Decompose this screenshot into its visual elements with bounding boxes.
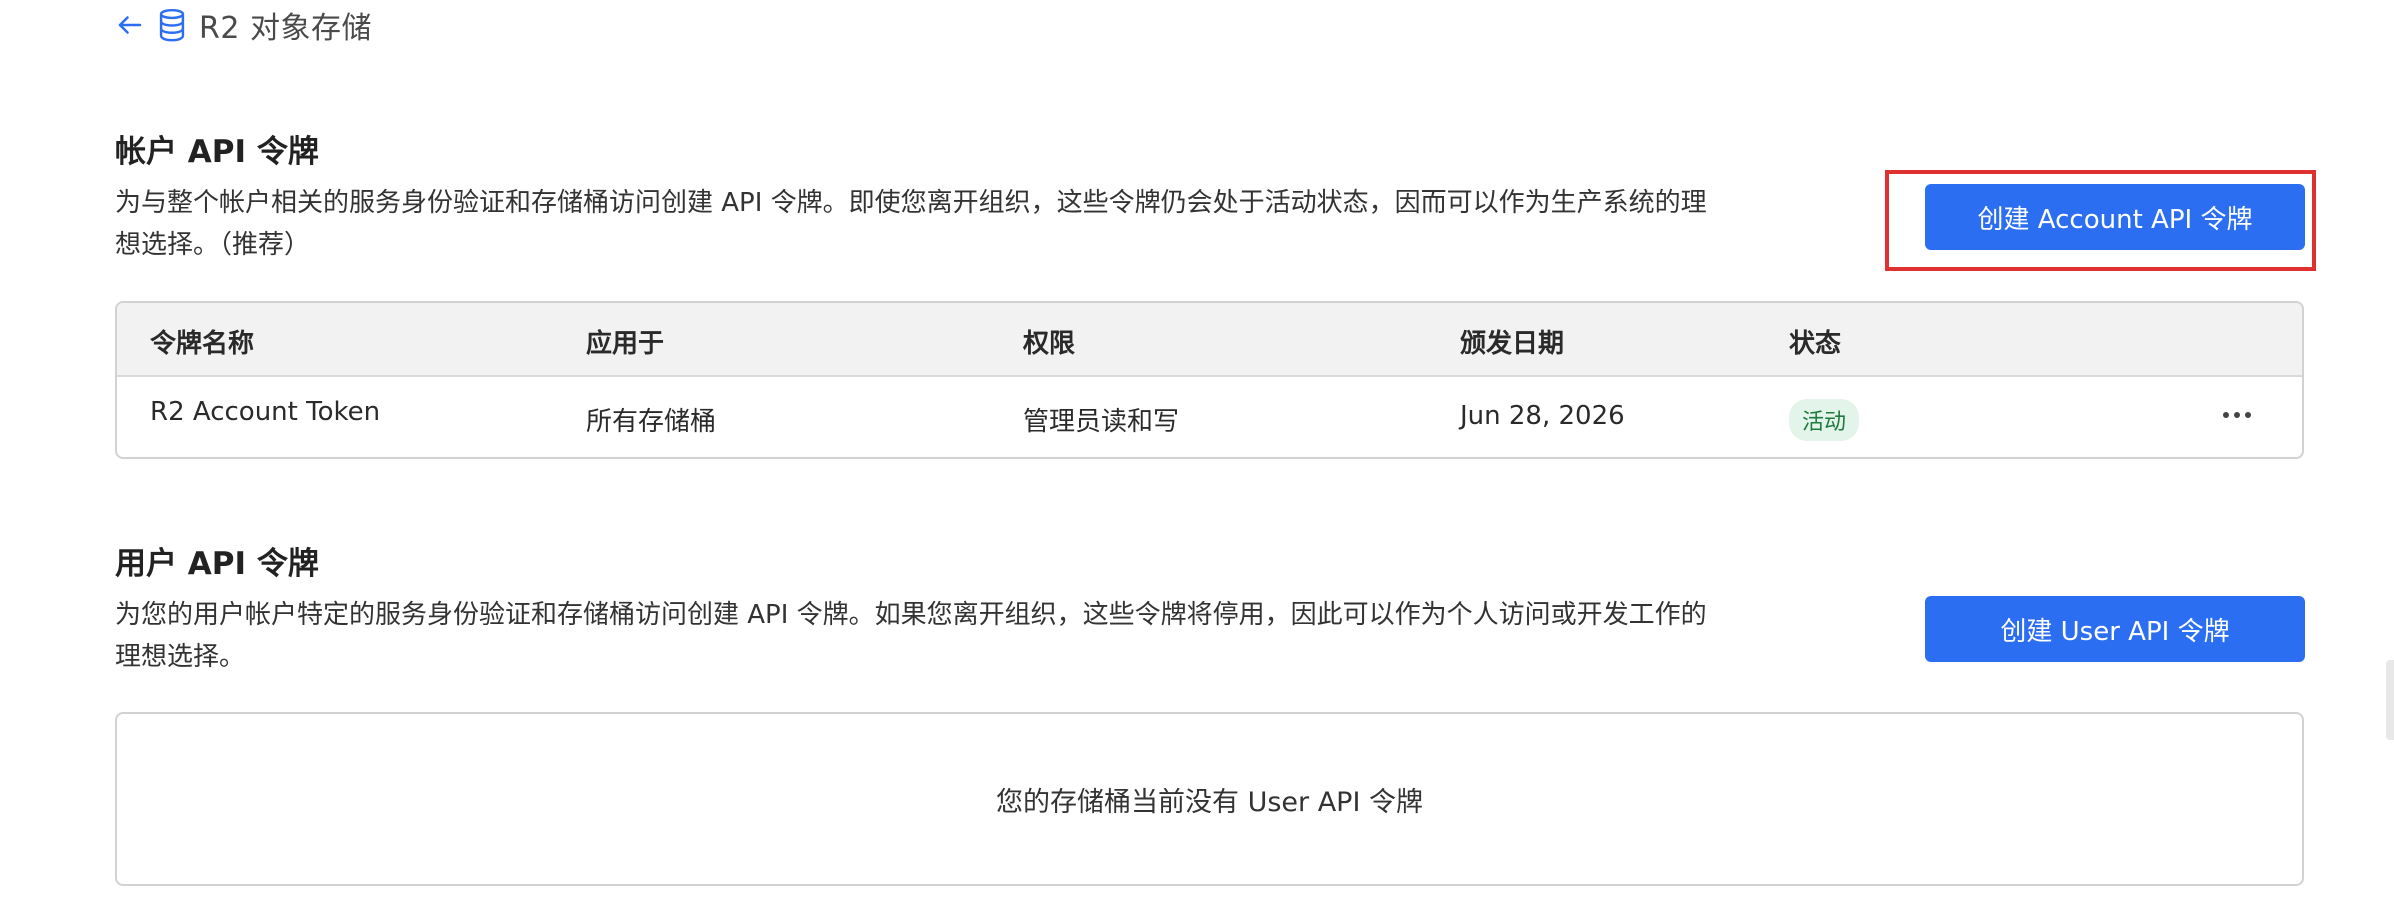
user-tokens-description: 为您的用户帐户特定的服务身份验证和存储桶访问创建 API 令牌。如果您离开组织，… bbox=[115, 600, 1707, 672]
token-name-cell: R2 Account Token bbox=[150, 397, 381, 427]
applies-to-cell: 所有存储桶 bbox=[586, 407, 717, 437]
table-row: R2 Account Token 所有存储桶 管理员读和写 Jun 28, 20… bbox=[117, 377, 2302, 457]
account-tokens-title: 帐户 API 令牌 bbox=[115, 134, 319, 170]
arrow-left-icon[interactable] bbox=[115, 10, 145, 40]
user-tokens-empty-state: 您的存储桶当前没有 User API 令牌 bbox=[115, 712, 2304, 886]
column-header-token-name: 令牌名称 bbox=[150, 329, 255, 359]
create-account-api-token-button[interactable]: 创建 Account API 令牌 bbox=[1925, 184, 2305, 250]
column-header-permission: 权限 bbox=[1023, 329, 1076, 359]
breadcrumb: R2 对象存储 bbox=[115, 3, 372, 47]
permission-cell: 管理员读和写 bbox=[1023, 407, 1180, 437]
column-header-applies-to: 应用于 bbox=[586, 329, 665, 359]
more-options-icon[interactable] bbox=[2207, 397, 2267, 433]
user-tokens-title: 用户 API 令牌 bbox=[115, 546, 319, 582]
database-icon bbox=[157, 8, 187, 42]
table-header: 令牌名称 应用于 权限 颁发日期 状态 bbox=[117, 303, 2302, 377]
account-tokens-table: 令牌名称 应用于 权限 颁发日期 状态 R2 Account Token 所有存… bbox=[115, 301, 2304, 459]
empty-state-message: 您的存储桶当前没有 User API 令牌 bbox=[995, 786, 1423, 818]
issued-date-cell: Jun 28, 2026 bbox=[1460, 401, 1625, 431]
account-tokens-description: 为与整个帐户相关的服务身份验证和存储桶访问创建 API 令牌。即使您离开组织，这… bbox=[115, 188, 1707, 260]
column-header-status: 状态 bbox=[1789, 329, 1842, 359]
scrollbar[interactable] bbox=[2386, 660, 2394, 740]
create-user-api-token-button[interactable]: 创建 User API 令牌 bbox=[1925, 596, 2305, 662]
breadcrumb-link-r2[interactable]: R2 对象存储 bbox=[199, 3, 372, 47]
column-header-issued-date: 颁发日期 bbox=[1460, 329, 1565, 359]
status-badge: 活动 bbox=[1789, 399, 1860, 441]
